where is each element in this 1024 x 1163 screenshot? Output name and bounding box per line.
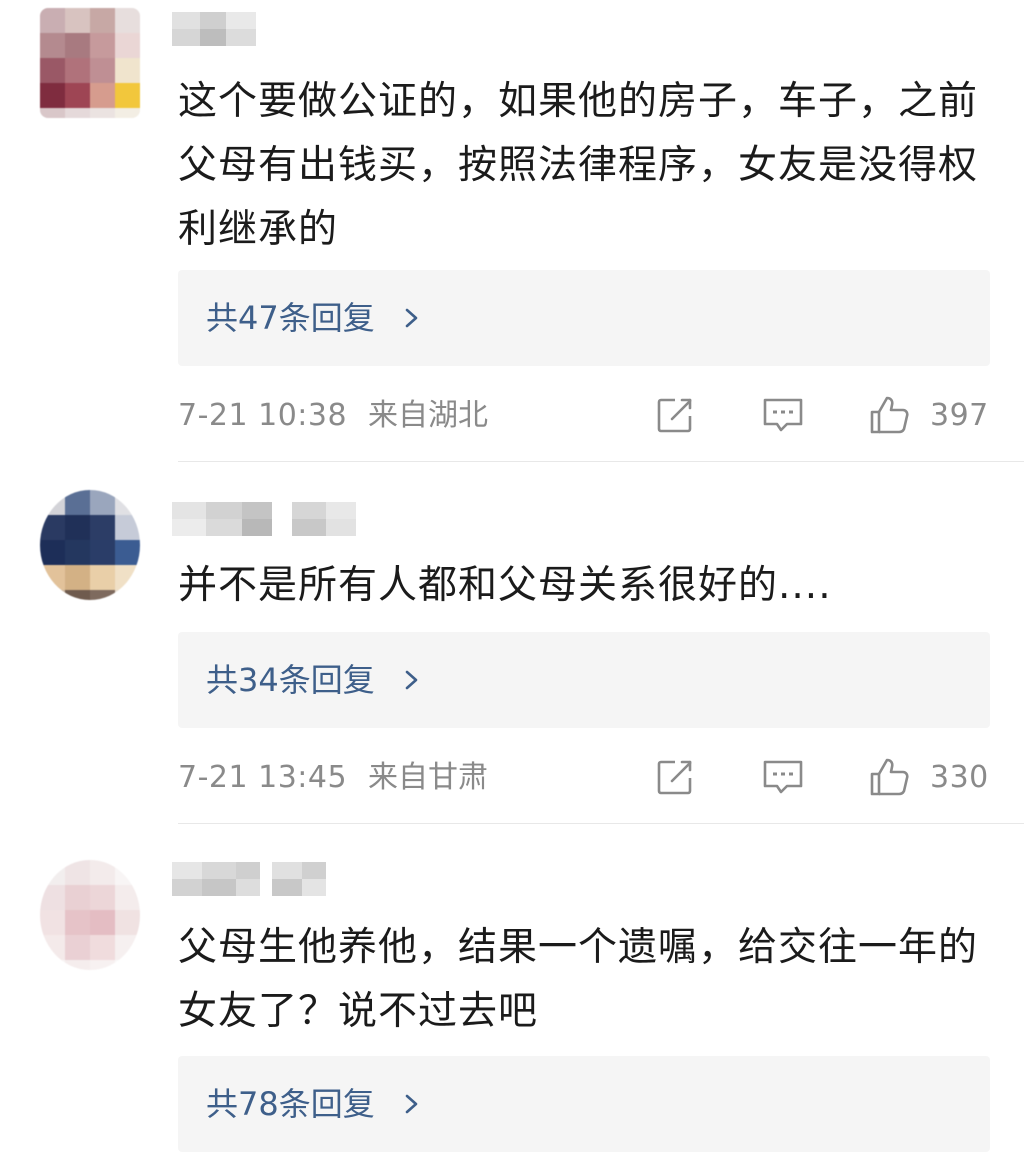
comment-text: 这个要做公证的，如果他的房子，车子，之前父母有出钱买，按照法律程序，女友是没得权… xyxy=(178,79,979,252)
share-icon[interactable] xyxy=(652,754,698,800)
chevron-right-icon xyxy=(405,670,418,690)
avatar[interactable] xyxy=(40,8,140,118)
comment-location: 来自湖北 xyxy=(368,398,488,433)
comment-item: 并不是所有人都和父母关系很好的.... 共34条回复 7-21 13:45 来自… xyxy=(0,462,1024,824)
username[interactable] xyxy=(172,12,362,46)
comment-text: 父母生他养他，结果一个遗嘱，给交往一年的女友了？说不过去吧 xyxy=(178,925,979,1034)
comment-item: 这个要做公证的，如果他的房子，车子，之前父母有出钱买，按照法律程序，女友是没得权… xyxy=(0,0,1024,462)
share-icon[interactable] xyxy=(652,392,698,438)
replies-box[interactable]: 共78条回复 xyxy=(178,1056,990,1152)
view-replies-link[interactable]: 共34条回复 xyxy=(206,658,427,702)
chevron-right-icon xyxy=(405,1094,418,1114)
thumbs-up-icon[interactable] xyxy=(866,754,912,800)
comment-time: 7-21 10:38 xyxy=(178,398,348,433)
username[interactable] xyxy=(172,502,362,536)
thumbs-up-icon[interactable] xyxy=(866,392,912,438)
like-count: 330 xyxy=(930,760,989,795)
replies-count-label: 共34条回复 xyxy=(206,661,375,699)
comment-meta: 7-21 13:45 来自甘肃 330 xyxy=(178,754,990,804)
comment-location: 来自甘肃 xyxy=(368,760,488,795)
comment-icon[interactable] xyxy=(760,392,806,438)
avatar[interactable] xyxy=(40,860,140,970)
chevron-right-icon xyxy=(405,308,418,328)
comment-meta: 7-21 10:38 来自湖北 397 xyxy=(178,392,990,442)
view-replies-link[interactable]: 共47条回复 xyxy=(206,296,427,340)
replies-count-label: 共47条回复 xyxy=(206,299,375,337)
comment-item: 父母生他养他，结果一个遗嘱，给交往一年的女友了？说不过去吧 共78条回复 xyxy=(0,824,1024,1163)
like-count: 397 xyxy=(930,398,989,433)
replies-box[interactable]: 共34条回复 xyxy=(178,632,990,728)
replies-count-label: 共78条回复 xyxy=(206,1085,375,1123)
replies-box[interactable]: 共47条回复 xyxy=(178,270,990,366)
comment-icon[interactable] xyxy=(760,754,806,800)
username[interactable] xyxy=(172,862,362,896)
view-replies-link[interactable]: 共78条回复 xyxy=(206,1082,427,1126)
avatar[interactable] xyxy=(40,490,140,600)
comment-text: 并不是所有人都和父母关系很好的.... xyxy=(178,563,832,608)
comment-time: 7-21 13:45 xyxy=(178,760,348,795)
